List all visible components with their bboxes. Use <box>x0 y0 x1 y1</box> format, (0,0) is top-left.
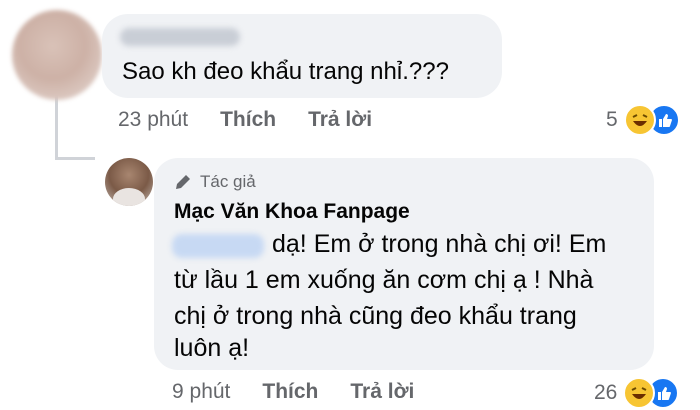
blurred-author-name <box>120 28 240 46</box>
author-badge: Tác giả <box>174 172 256 192</box>
reply-bubble: Tác giả Mạc Văn Khoa Fanpage dạ! Em ở tr… <box>154 158 654 370</box>
comment-bubble: Sao kh đeo khẩu trang nhỉ.??? <box>102 14 502 98</box>
reaction-count: 26 <box>594 381 618 404</box>
pencil-icon <box>176 175 190 189</box>
timestamp[interactable]: 9 phút <box>172 380 230 404</box>
author-name[interactable]: Mạc Văn Khoa Fanpage <box>174 200 410 224</box>
thread-line-branch <box>55 157 95 160</box>
reaction-summary[interactable]: 5 <box>606 104 680 136</box>
comment-actions: 23 phút Thích Trả lời <box>118 108 404 132</box>
like-button[interactable]: Thích <box>220 108 276 132</box>
reaction-count: 5 <box>606 108 618 131</box>
haha-reaction-icon <box>623 104 656 136</box>
haha-reaction-icon <box>623 377 656 409</box>
reply-line-3: chị ở trong nhà cũng đeo khẩu trang <box>174 302 577 330</box>
page-avatar[interactable] <box>105 158 153 206</box>
reply-line-2: từ lầu 1 em xuống ăn cơm chị ạ ! Nhà <box>174 266 594 294</box>
blurred-mention <box>172 234 264 258</box>
avatar[interactable] <box>12 10 102 100</box>
reaction-summary[interactable]: 26 <box>594 377 680 409</box>
comment-text: Sao kh đeo khẩu trang nhỉ.??? <box>122 58 449 85</box>
avatar-shirt <box>113 188 145 206</box>
like-button[interactable]: Thích <box>262 380 318 404</box>
reply-button[interactable]: Trả lời <box>308 108 372 132</box>
reply-line-4: luôn ạ! <box>174 334 250 362</box>
author-badge-label: Tác giả <box>200 172 256 191</box>
reply-actions: 9 phút Thích Trả lời <box>172 380 446 404</box>
timestamp[interactable]: 23 phút <box>118 108 188 132</box>
reply-button[interactable]: Trả lời <box>350 380 414 404</box>
reply-line-1: dạ! Em ở trong nhà chị ơi! Em <box>272 230 607 258</box>
